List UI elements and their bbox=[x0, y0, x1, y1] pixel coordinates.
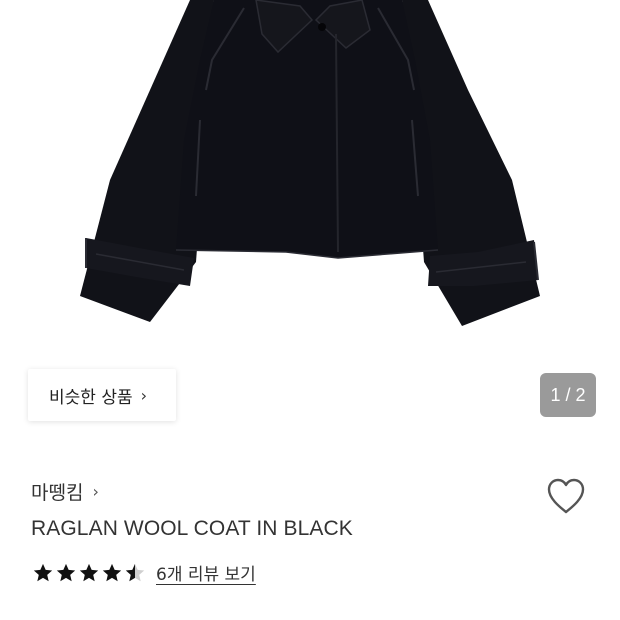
wishlist-heart-icon[interactable] bbox=[546, 477, 586, 515]
star-full-icon bbox=[79, 563, 99, 581]
product-title: RAGLAN WOOL COAT IN BLACK bbox=[31, 517, 353, 540]
star-rating bbox=[32, 562, 146, 584]
star-full-icon bbox=[33, 563, 53, 581]
similar-products-button[interactable]: 비슷한 상품 › bbox=[28, 369, 176, 421]
price-row-cropped bbox=[32, 607, 182, 620]
review-link[interactable]: 6개 리뷰 보기 bbox=[156, 560, 256, 585]
brand-name: 마뗑킴 bbox=[31, 482, 84, 504]
rating-row: 6개 리뷰 보기 bbox=[32, 560, 256, 585]
similar-products-label: 비슷한 상품 bbox=[49, 387, 133, 408]
star-half-icon bbox=[125, 563, 145, 581]
chevron-right-icon: › bbox=[92, 482, 99, 501]
chevron-right-icon: › bbox=[140, 385, 148, 405]
brand-link[interactable]: 마뗑킴 › bbox=[31, 478, 99, 505]
image-pager-counter: 1 / 2 bbox=[540, 373, 596, 417]
star-full-icon bbox=[102, 563, 122, 581]
image-pager-label: 1 / 2 bbox=[550, 384, 586, 405]
star-full-icon bbox=[56, 563, 76, 581]
